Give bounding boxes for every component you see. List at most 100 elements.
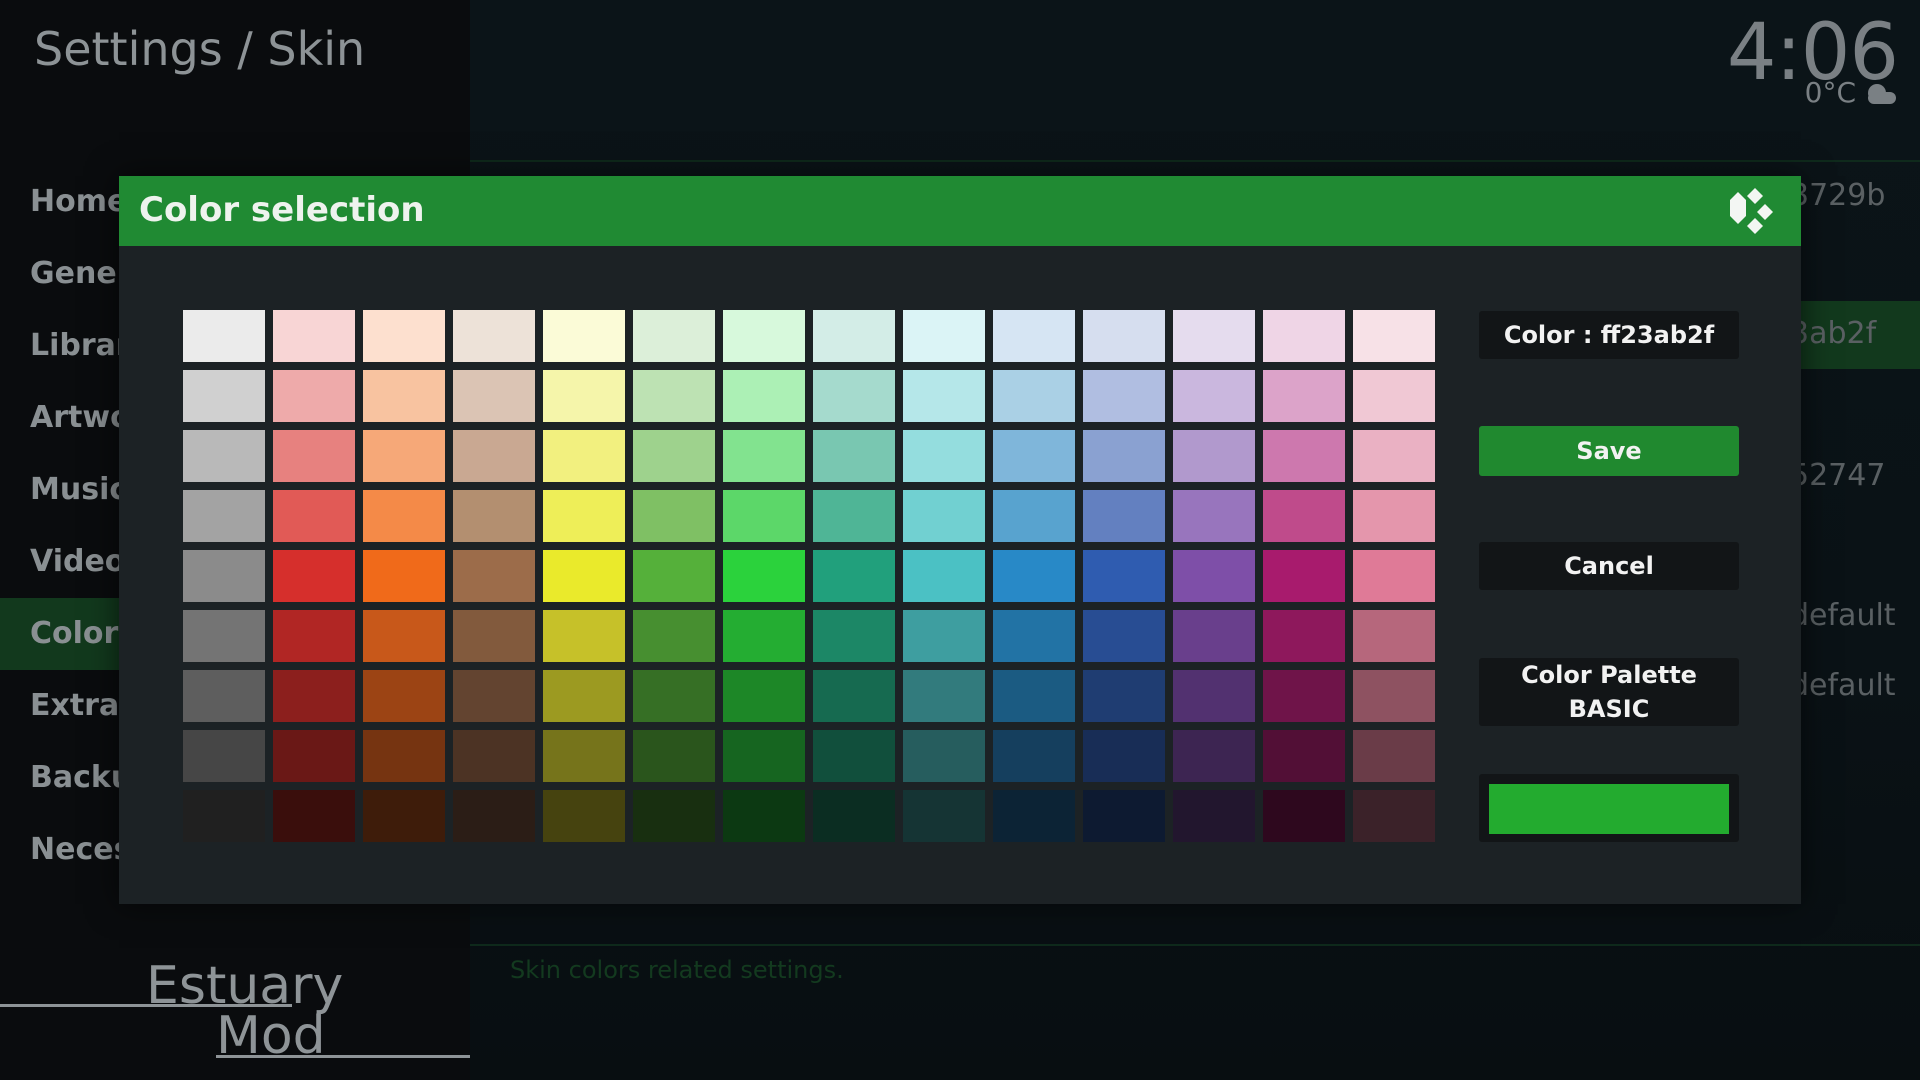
color-swatch[interactable]: [183, 430, 265, 482]
color-swatch[interactable]: [1173, 790, 1255, 842]
color-swatch[interactable]: [1173, 310, 1255, 362]
color-swatch[interactable]: [1353, 790, 1435, 842]
color-swatch[interactable]: [1173, 490, 1255, 542]
color-swatch[interactable]: [993, 370, 1075, 422]
color-swatch[interactable]: [993, 610, 1075, 662]
color-swatch[interactable]: [1173, 370, 1255, 422]
color-swatch[interactable]: [453, 310, 535, 362]
color-swatch[interactable]: [993, 310, 1075, 362]
color-swatch[interactable]: [183, 490, 265, 542]
cancel-button[interactable]: Cancel: [1479, 542, 1739, 590]
color-swatch[interactable]: [993, 490, 1075, 542]
color-swatch[interactable]: [363, 730, 445, 782]
color-swatch[interactable]: [543, 490, 625, 542]
color-swatch[interactable]: [273, 790, 355, 842]
color-swatch[interactable]: [543, 430, 625, 482]
color-swatch[interactable]: [993, 430, 1075, 482]
color-swatch[interactable]: [633, 490, 715, 542]
color-swatch[interactable]: [633, 370, 715, 422]
color-swatch[interactable]: [813, 550, 895, 602]
color-swatch[interactable]: [813, 370, 895, 422]
color-palette-button[interactable]: Color Palette BASIC: [1479, 658, 1739, 726]
color-swatch[interactable]: [1083, 310, 1165, 362]
color-swatch[interactable]: [1263, 430, 1345, 482]
color-swatch[interactable]: [363, 370, 445, 422]
color-swatch[interactable]: [723, 730, 805, 782]
color-swatch[interactable]: [453, 370, 535, 422]
color-swatch[interactable]: [453, 790, 535, 842]
color-swatch[interactable]: [993, 790, 1075, 842]
color-swatch[interactable]: [1263, 310, 1345, 362]
color-swatch[interactable]: [453, 550, 535, 602]
color-swatch[interactable]: [633, 310, 715, 362]
color-swatch[interactable]: [813, 790, 895, 842]
color-swatch[interactable]: [1353, 670, 1435, 722]
color-swatch[interactable]: [543, 550, 625, 602]
color-swatch[interactable]: [1263, 550, 1345, 602]
color-swatch[interactable]: [363, 670, 445, 722]
color-swatch[interactable]: [723, 550, 805, 602]
color-swatch[interactable]: [903, 610, 985, 662]
color-swatch[interactable]: [1083, 490, 1165, 542]
color-swatch[interactable]: [633, 790, 715, 842]
color-swatch[interactable]: [543, 670, 625, 722]
color-swatch[interactable]: [1263, 370, 1345, 422]
color-swatch[interactable]: [903, 790, 985, 842]
color-swatch[interactable]: [543, 790, 625, 842]
color-swatch[interactable]: [903, 490, 985, 542]
color-swatch[interactable]: [1083, 670, 1165, 722]
color-swatch[interactable]: [363, 310, 445, 362]
color-swatch[interactable]: [1353, 370, 1435, 422]
color-swatch[interactable]: [1083, 730, 1165, 782]
color-swatch[interactable]: [183, 550, 265, 602]
color-swatch[interactable]: [1263, 610, 1345, 662]
color-swatch[interactable]: [543, 730, 625, 782]
color-swatch[interactable]: [1353, 730, 1435, 782]
color-swatch[interactable]: [633, 430, 715, 482]
color-swatch[interactable]: [363, 430, 445, 482]
color-swatch[interactable]: [723, 430, 805, 482]
color-swatch[interactable]: [813, 610, 895, 662]
color-swatch[interactable]: [273, 730, 355, 782]
color-swatch[interactable]: [723, 670, 805, 722]
color-swatch[interactable]: [723, 610, 805, 662]
color-swatch[interactable]: [273, 370, 355, 422]
color-swatch[interactable]: [363, 610, 445, 662]
color-swatch[interactable]: [1083, 790, 1165, 842]
color-swatch[interactable]: [903, 730, 985, 782]
color-swatch[interactable]: [1083, 430, 1165, 482]
color-swatch[interactable]: [1173, 670, 1255, 722]
color-swatch[interactable]: [993, 550, 1075, 602]
color-swatch[interactable]: [183, 310, 265, 362]
color-swatch[interactable]: [183, 370, 265, 422]
color-swatch[interactable]: [543, 310, 625, 362]
color-swatch[interactable]: [1263, 790, 1345, 842]
color-swatch[interactable]: [273, 670, 355, 722]
color-swatch[interactable]: [813, 430, 895, 482]
color-swatch[interactable]: [903, 550, 985, 602]
color-value-label[interactable]: Color : ff23ab2f: [1479, 311, 1739, 359]
color-swatch[interactable]: [1353, 550, 1435, 602]
color-swatch[interactable]: [273, 550, 355, 602]
color-swatch[interactable]: [453, 490, 535, 542]
color-swatch[interactable]: [453, 670, 535, 722]
color-swatch[interactable]: [1353, 490, 1435, 542]
color-preview-button[interactable]: [1479, 774, 1739, 842]
color-swatch[interactable]: [273, 430, 355, 482]
color-swatch[interactable]: [633, 610, 715, 662]
color-swatch[interactable]: [453, 430, 535, 482]
color-swatch[interactable]: [1083, 550, 1165, 602]
color-swatch[interactable]: [273, 490, 355, 542]
color-swatch[interactable]: [813, 730, 895, 782]
color-swatch[interactable]: [183, 790, 265, 842]
color-swatch[interactable]: [1353, 610, 1435, 662]
color-swatch[interactable]: [1173, 430, 1255, 482]
color-swatch[interactable]: [1263, 670, 1345, 722]
color-swatch[interactable]: [1083, 370, 1165, 422]
color-swatch[interactable]: [633, 550, 715, 602]
color-swatch[interactable]: [363, 490, 445, 542]
color-swatch[interactable]: [813, 310, 895, 362]
save-button[interactable]: Save: [1479, 426, 1739, 476]
color-swatch[interactable]: [183, 670, 265, 722]
color-swatch[interactable]: [633, 730, 715, 782]
